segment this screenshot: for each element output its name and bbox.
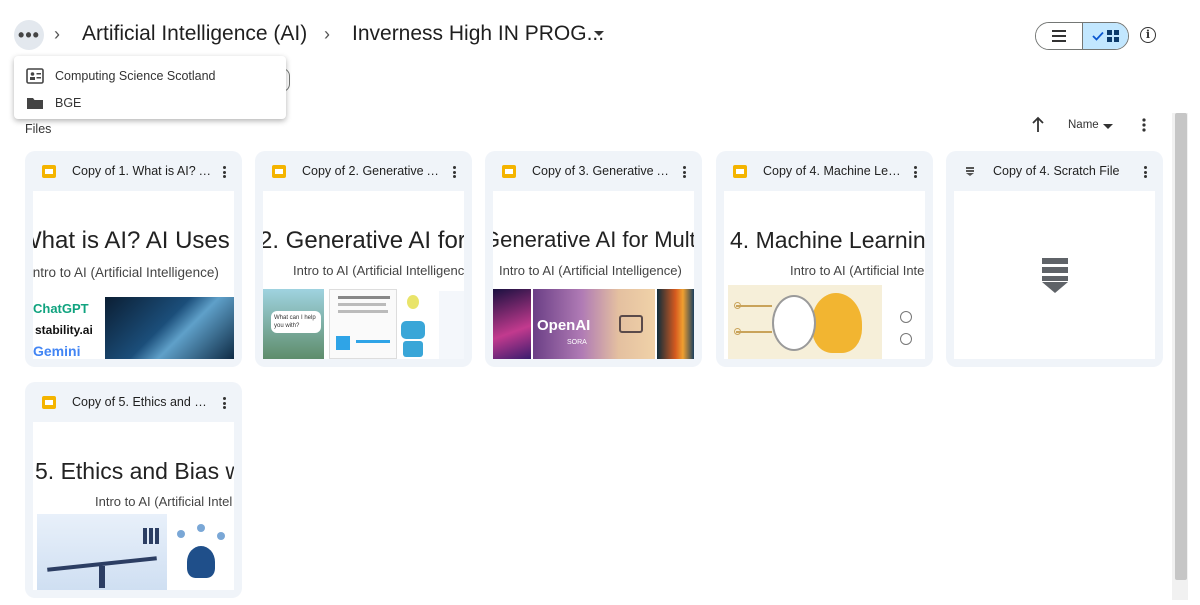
breadcrumb-item-ai[interactable]: Artificial Intelligence (AI) [82,22,307,46]
drive-page: ••• › Artificial Intelligence (AI) › Inv… [0,0,1200,605]
scales-image [37,514,167,590]
file-thumbnail [954,191,1155,359]
chevron-right-icon: › [324,24,330,44]
thumbnail-subtitle: Intro to AI (Artificial Intel [95,494,233,509]
chat-bubble: What can I help you with? [271,311,321,333]
network-icons [898,311,916,347]
chatgpt-logo: ChatGPT [33,301,89,316]
logo-panel: ChatGPT stability.ai Gemini [33,297,105,359]
nlp-diagram [329,289,397,359]
more-vert-icon[interactable] [908,164,922,180]
menu-item-computing-science-scotland[interactable]: Computing Science Scotland [14,62,286,89]
file-card-title: Copy of 4. Machine Learning [763,164,905,178]
art-image [493,289,531,359]
more-vert-icon[interactable] [1138,164,1152,180]
more-vert-icon[interactable] [447,164,461,180]
file-card-title: Copy of 5. Ethics and Bias [72,395,214,409]
list-view-button[interactable] [1036,23,1082,49]
file-card[interactable]: Copy of 1. What is AI? AI Uses What is A… [25,151,242,367]
thumbnail-subtitle: Intro to AI (Artificial Intelligence) [293,263,464,278]
slides-icon [272,165,286,178]
slides-icon [42,396,56,409]
slides-icon [42,165,56,178]
sort-by-name-button[interactable]: Name [1068,119,1099,131]
stability-logo: stability.ai [35,323,93,337]
thumbnail-title: Generative AI for Multi [493,227,694,252]
thumbnail-title: 5. Ethics and Bias w [35,458,234,484]
file-card[interactable]: Copy of 5. Ethics and Bias 5. Ethics and… [25,382,242,598]
files-section-label: Files [25,122,52,136]
thumbnail-subtitle: Intro to AI (Artificial Inte [790,263,925,278]
list-icon [1051,30,1066,42]
slides-icon [733,165,747,178]
ai-head-image [105,297,234,359]
thumbnail-subtitle: Intro to AI (Artificial Intelligence) [499,263,682,278]
scrollbar-thumb[interactable] [1175,113,1187,580]
file-card[interactable]: Copy of 3. Generative AI for Multimedia … [485,151,702,367]
grid-view-button[interactable] [1081,23,1128,49]
openai-logo: OpenAI [537,317,591,334]
file-thumbnail: What is AI? AI Uses Intro to AI (Artific… [33,191,234,359]
file-card[interactable]: Copy of 4. Machine Learning 4. Machine L… [716,151,933,367]
menu-item-label: BGE [55,95,82,110]
sora-logo: SORA [567,339,587,346]
robot-image [399,295,429,359]
breadcrumb-item-current-folder[interactable]: Inverness High IN PROG... [352,22,604,46]
view-toggle [1035,22,1129,50]
file-card-title: Copy of 3. Generative AI for Multimedia [532,164,674,178]
slides-icon [502,165,516,178]
file-thumbnail: 4. Machine Learnin Intro to AI (Artifici… [724,191,925,359]
caret-down-icon[interactable] [1103,124,1113,129]
grid-icon [1106,30,1119,42]
arrow-up-icon[interactable] [1030,116,1046,134]
info-icon[interactable]: i [1140,27,1156,43]
file-card[interactable]: Copy of 4. Scratch File [946,151,1163,367]
more-vert-icon[interactable] [217,395,231,411]
chevron-right-icon: › [54,24,60,44]
file-card-title: Copy of 1. What is AI? AI Uses [72,164,214,178]
thumbnail-title: 2. Generative AI for [263,227,464,254]
video-icon [619,315,643,333]
file-card-title: Copy of 2. Generative AI for Text [302,164,444,178]
check-icon [1092,31,1104,41]
sound-wave-image [657,289,694,359]
menu-item-bge[interactable]: BGE [14,89,286,116]
more-vert-icon[interactable] [1140,117,1148,133]
file-card-title: Copy of 4. Scratch File [993,164,1120,178]
gemini-logo: Gemini [33,343,81,359]
file-thumbnail: Generative AI for Multi Intro to AI (Art… [493,191,694,359]
file-card[interactable]: Copy of 2. Generative AI for Text 2. Gen… [255,151,472,367]
more-vert-icon[interactable] [677,164,691,180]
chat-image: What can I help you with? [263,289,324,359]
more-options-button[interactable]: ••• [14,20,44,50]
head-network-image [173,520,234,590]
shared-drive-icon [26,67,44,84]
caret-down-icon[interactable] [594,31,604,36]
thumbnail-title: 4. Machine Learnin [730,227,925,253]
breadcrumb-overflow-menu: Computing Science Scotland BGE [14,56,286,119]
more-vert-icon[interactable] [217,164,231,180]
scratch-file-icon [1042,258,1068,293]
scratch-file-icon [966,167,974,176]
file-thumbnail: 5. Ethics and Bias w Intro to AI (Artifi… [33,422,234,590]
thumbnail-title: What is AI? AI Uses [33,227,230,254]
folder-icon [27,97,43,109]
brain-circuit-image [728,285,882,359]
menu-item-label: Computing Science Scotland [55,68,216,83]
openai-sora-image: OpenAI SORA [533,289,655,359]
output-panel [439,291,464,359]
thumbnail-subtitle: Intro to AI (Artificial Intelligence) [33,265,219,280]
file-thumbnail: 2. Generative AI for Intro to AI (Artifi… [263,191,464,359]
